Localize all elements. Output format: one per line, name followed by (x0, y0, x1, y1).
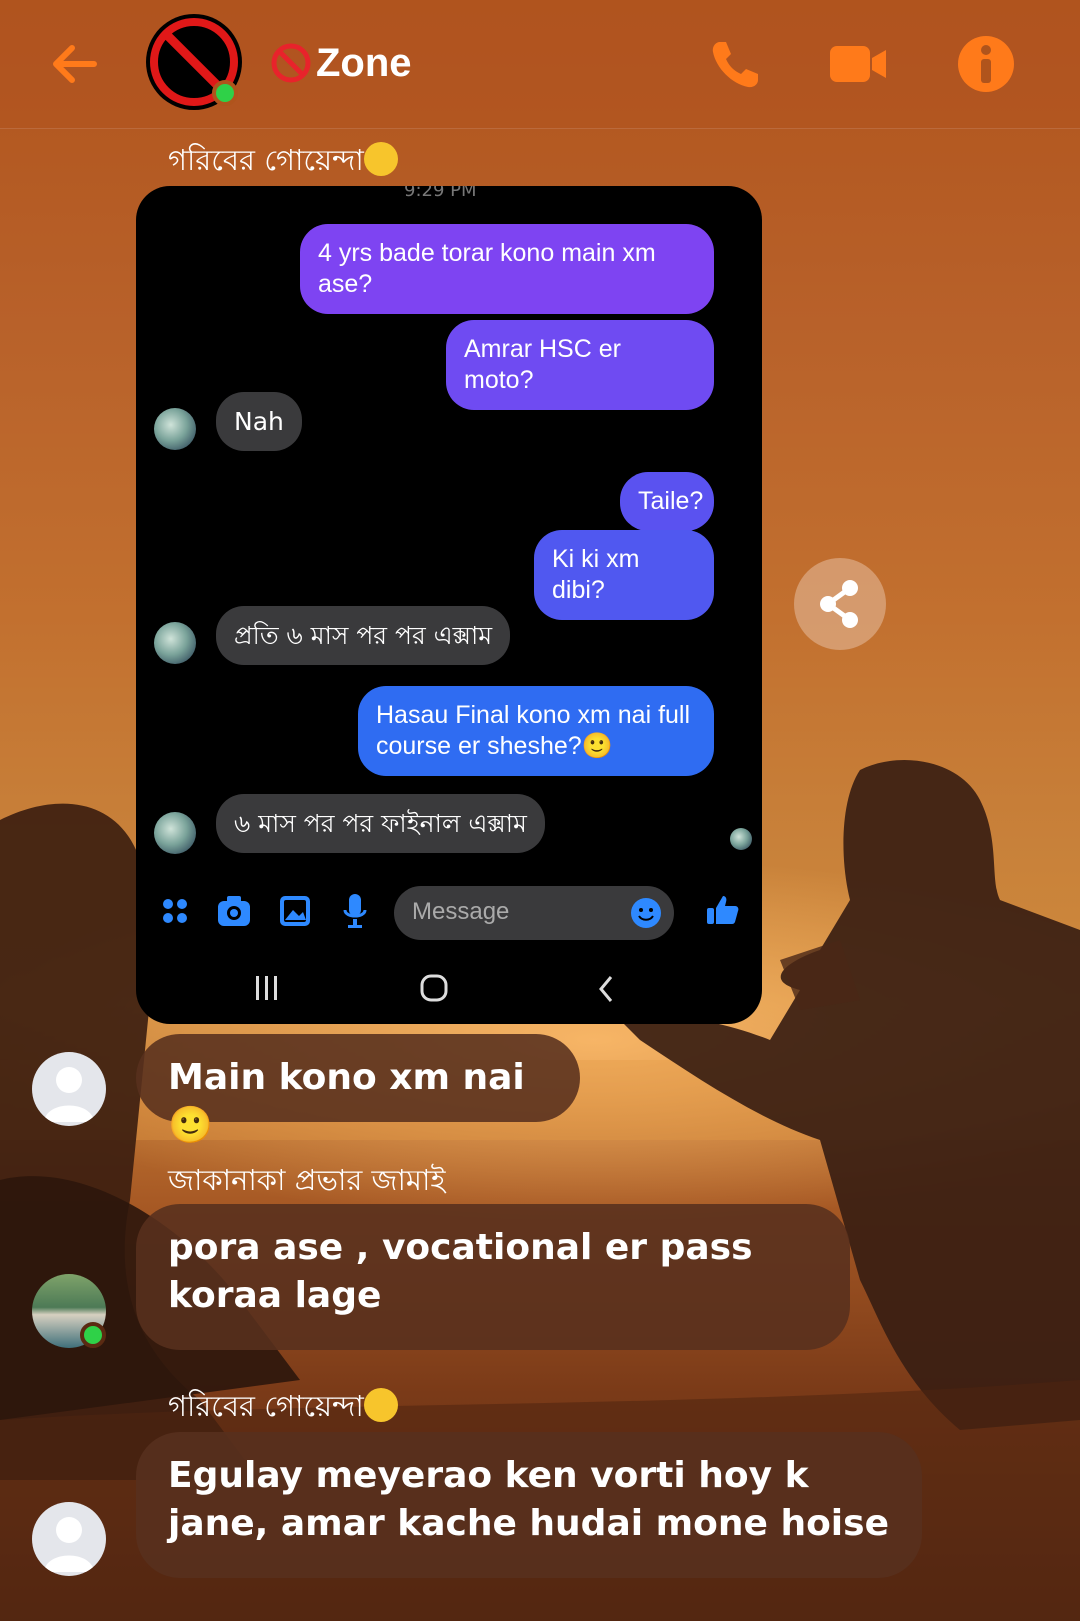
sender-name: গরিবের গোয়েন্দা (168, 138, 398, 187)
screenshot-bubble-in: Nah (216, 392, 302, 451)
steam-face-emoji-icon (363, 142, 398, 176)
conversation-title-text: Zone (316, 40, 412, 85)
share-button[interactable] (794, 558, 886, 650)
video-camera-icon[interactable] (826, 32, 890, 96)
seen-avatar (730, 828, 752, 850)
screenshot-bubble-out: 4 yrs bade torar kono main xm ase? (300, 224, 714, 314)
thumbs-up-icon (707, 896, 739, 924)
home-icon (420, 974, 448, 1002)
camera-icon (218, 896, 250, 926)
message-bubble[interactable]: pora ase , vocational er pass koraa lage (136, 1204, 850, 1350)
contact-avatar (154, 812, 196, 854)
message-bubble[interactable]: Egulay meyerao ken vorti hoy k jane, ama… (136, 1432, 922, 1578)
share-icon (820, 580, 858, 628)
prohibited-emoji-icon (271, 43, 311, 83)
sender-name: গরিবের গোয়েন্দা (168, 1384, 398, 1433)
online-status-dot (212, 80, 238, 106)
screenshot-message-input: Message (394, 886, 674, 940)
sender-name: জাকানাকা প্রভার জামাই (168, 1163, 446, 1197)
screenshot-timestamp: 9:29 PM (404, 186, 477, 201)
phone-icon[interactable] (704, 32, 768, 96)
default-person-icon (44, 1517, 94, 1572)
emoji-icon (631, 898, 661, 928)
contact-avatar (154, 408, 196, 450)
back-nav-icon (599, 976, 613, 1002)
message-bubble[interactable]: Main kono xm nai🙂 (136, 1034, 580, 1146)
screenshot-bubble-in: প্রতি ৬ মাস পর পর এক্সাম (216, 606, 511, 665)
screenshot-bubble-in: ৬ মাস পর পর ফাইনাল এক্সাম (216, 794, 545, 853)
contact-avatar (154, 622, 196, 664)
steam-face-emoji-icon (363, 1388, 398, 1422)
default-person-icon (44, 1067, 94, 1122)
sender-avatar[interactable] (32, 1052, 106, 1126)
online-status-dot (80, 1322, 106, 1348)
conversation-title[interactable]: Zone (270, 38, 412, 88)
grid-menu-icon (163, 899, 187, 923)
recent-apps-icon (256, 976, 277, 1000)
info-icon[interactable] (954, 32, 1018, 96)
screenshot-bubble-out: Taile? (620, 472, 714, 531)
gallery-icon (280, 896, 310, 926)
shared-screenshot-image[interactable]: 9:29 PM 4 yrs bade torar kono main xm as… (136, 186, 762, 1024)
conversation-header: Zone (0, 0, 1080, 129)
microphone-icon (343, 894, 367, 928)
sender-avatar[interactable] (32, 1502, 106, 1576)
screenshot-bubble-out: Hasau Final kono xm nai full course er s… (358, 686, 714, 776)
screenshot-bubble-out: Ki ki xm dibi? (534, 530, 714, 620)
screenshot-bubble-out: Amrar HSC er moto? (446, 320, 714, 410)
back-arrow-icon[interactable] (44, 34, 104, 94)
